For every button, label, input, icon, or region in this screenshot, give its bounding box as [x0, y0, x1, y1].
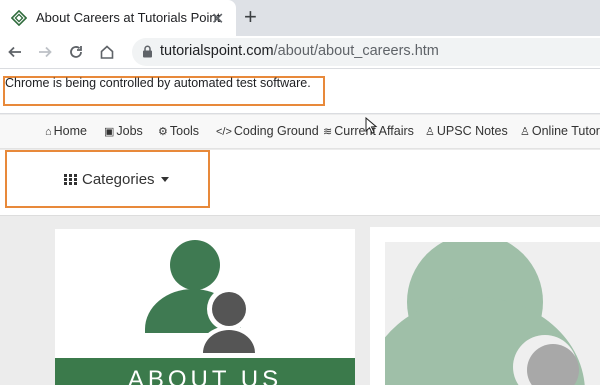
caret-down-icon [160, 177, 169, 182]
forward-button[interactable] [33, 40, 57, 64]
url-text: tutorialspoint.com/about/about_careers.h… [160, 43, 439, 59]
nav-label: Jobs [116, 124, 143, 138]
back-arrow-icon [8, 46, 21, 58]
site-top-nav: ⌂ Home ▣ Jobs ⚙ Tools </> Coding Ground ≋ Cur… [0, 115, 600, 149]
url-path: /about/about_careers.htm [273, 43, 439, 59]
home-icon [100, 45, 114, 59]
nav-item-home[interactable]: ⌂ Home [45, 124, 87, 138]
nav-label: UPSC Notes [436, 124, 508, 138]
automation-infobar: Chrome is being controlled by automated … [0, 68, 600, 114]
reload-icon [70, 46, 82, 58]
forward-arrow-icon [39, 46, 52, 58]
gears-icon: ⚙ [158, 126, 168, 138]
tab-close-icon[interactable]: ✕ [211, 9, 224, 29]
tab-strip: About Careers at Tutorials Point ✕ + [0, 0, 600, 36]
tab-title: About Careers at Tutorials Point [36, 10, 221, 25]
about-us-card[interactable]: ABOUT US [55, 229, 355, 385]
address-bar[interactable]: tutorialspoint.com/about/about_careers.h… [132, 38, 600, 66]
grid-icon [64, 174, 77, 185]
categories-label: Categories [82, 171, 155, 188]
nav-item-coding-ground[interactable]: </> Coding Ground [216, 124, 319, 138]
nav-label: Home [53, 124, 87, 138]
reload-button[interactable] [64, 40, 88, 64]
user-icon: ♙ [520, 126, 530, 138]
browser-tab-active[interactable]: About Careers at Tutorials Point ✕ [0, 0, 236, 36]
nav-item-jobs[interactable]: ▣ Jobs [104, 124, 143, 138]
new-tab-button[interactable]: + [244, 4, 257, 30]
nav-item-online-tutors[interactable]: ♙ Online Tutors [520, 124, 600, 138]
infobar-text: Chrome is being controlled by automated … [5, 76, 311, 90]
nav-label: Coding Ground [233, 124, 319, 138]
careers-card[interactable] [370, 227, 600, 385]
tutorialspoint-favicon-icon [11, 10, 27, 26]
nav-item-tools[interactable]: ⚙ Tools [158, 124, 199, 138]
url-host: tutorialspoint.com [160, 43, 274, 59]
home-button[interactable] [95, 40, 119, 64]
mouse-pointer-icon [365, 117, 378, 134]
people-figures-icon [385, 242, 585, 385]
about-us-title: ABOUT US [127, 366, 283, 385]
briefcase-icon: ▣ [104, 126, 115, 138]
browser-toolbar: tutorialspoint.com/about/about_careers.h… [0, 36, 600, 68]
categories-bar: Categories [0, 150, 600, 216]
layers-icon: ≋ [323, 126, 333, 138]
categories-dropdown[interactable]: Categories [64, 171, 169, 188]
back-button[interactable] [3, 40, 27, 64]
user-graduate-icon: ♙ [425, 126, 435, 138]
code-icon: </> [216, 126, 232, 138]
people-figures-icon [145, 240, 260, 353]
lock-icon [143, 45, 152, 58]
nav-item-upsc-notes[interactable]: ♙ UPSC Notes [425, 124, 508, 138]
home-icon: ⌂ [45, 126, 52, 138]
page-content: ABOUT US [0, 217, 600, 385]
people-illustration [385, 242, 600, 385]
nav-label: Online Tutors [531, 124, 600, 138]
nav-label: Tools [169, 124, 200, 138]
